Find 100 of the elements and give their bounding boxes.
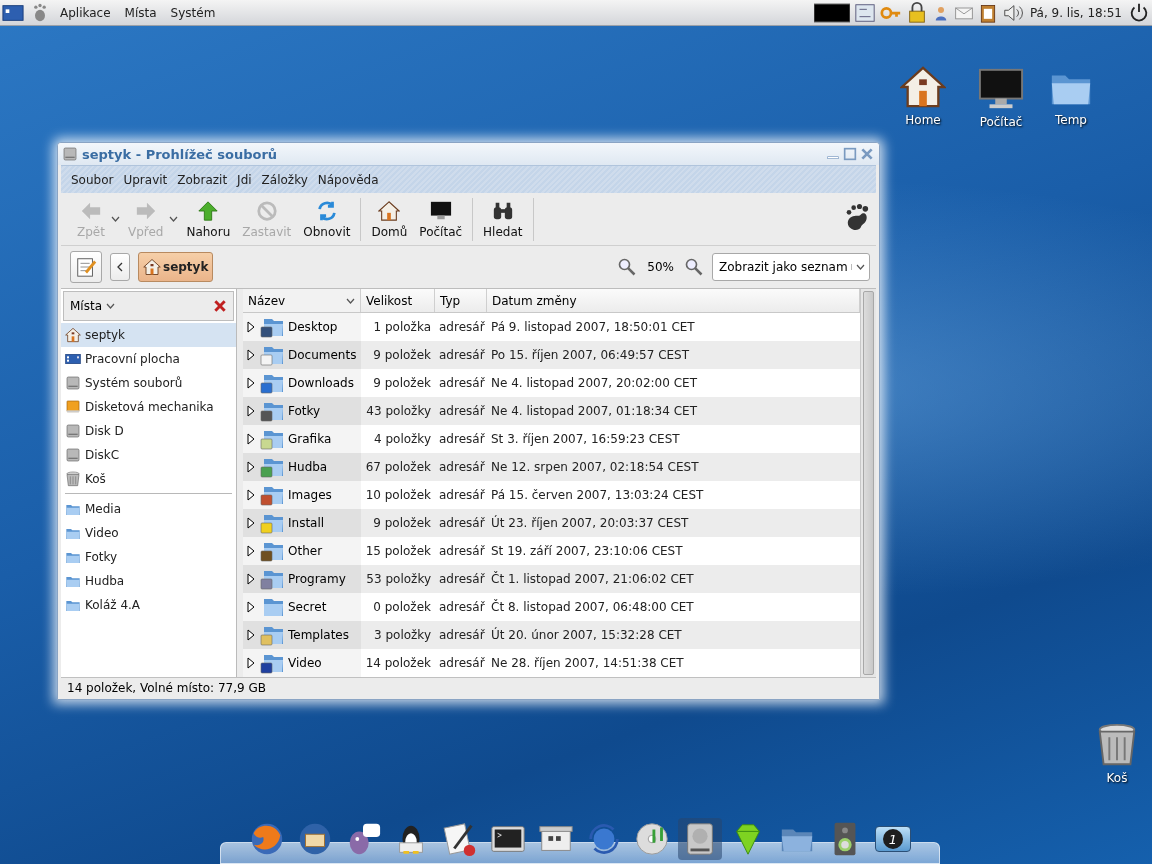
view-select[interactable]: Zobrazit jako seznam <box>712 253 870 281</box>
panel-menu[interactable]: Systém <box>166 3 220 22</box>
house-icon[interactable] <box>900 64 946 110</box>
sidebar-item[interactable]: DiskC <box>61 443 236 467</box>
sidebar-header[interactable]: Místa <box>63 291 234 321</box>
date-cell-text: Ne 12. srpen 2007, 02:18:54 CEST <box>490 459 700 476</box>
expander-icon[interactable] <box>246 405 256 417</box>
notepad-pencil-icon <box>75 256 97 278</box>
panel-menu[interactable]: Aplikace <box>56 3 115 22</box>
display-applet[interactable] <box>813 0 850 25</box>
file-name-cell[interactable]: Other <box>243 537 361 565</box>
file-name-cell[interactable]: Video <box>243 649 361 677</box>
scrollbar[interactable] <box>860 289 876 677</box>
expander-icon[interactable] <box>246 321 256 333</box>
toolbar-button[interactable]: Nahoru <box>182 197 235 241</box>
expander-icon[interactable] <box>246 377 256 389</box>
toolbar-button[interactable]: Hledat <box>479 197 527 241</box>
toolbar-button[interactable]: Domů <box>367 197 412 241</box>
type-cell-text: adresář <box>438 515 486 532</box>
expander-icon[interactable] <box>246 629 256 641</box>
desktop-icon-label[interactable]: Home <box>905 113 941 127</box>
date-cell-text: St 19. září 2007, 23:10:06 CEST <box>490 543 684 560</box>
sidebar-title[interactable]: Místa <box>70 299 102 313</box>
expander-icon[interactable] <box>246 573 256 585</box>
column-header[interactable]: Typ <box>435 289 487 312</box>
sidebar-item[interactable]: Koláž 4.A <box>61 593 236 617</box>
type-cell-text: adresář <box>438 571 486 588</box>
sidebar-item[interactable]: Disketová mechanika <box>61 395 236 419</box>
workspace-switcher[interactable]: 1 <box>874 826 911 852</box>
panel-menu[interactable]: Místa <box>120 3 161 22</box>
file-name-cell[interactable]: Install <box>243 509 361 537</box>
zoom-in-icon[interactable] <box>684 257 704 277</box>
zoom-level[interactable]: 50% <box>641 260 680 274</box>
size-cell-text: 10 položek <box>364 487 432 504</box>
sidebar-item[interactable]: Hudba <box>61 569 236 593</box>
house-icon <box>143 258 161 276</box>
size-cell-text: 3 položky <box>373 627 432 644</box>
menu-item[interactable]: Nápověda <box>313 169 383 190</box>
toolbar-button[interactable]: Obnovit <box>299 197 355 241</box>
drive-icon <box>62 146 78 162</box>
expander-icon[interactable] <box>246 601 256 613</box>
expander-icon[interactable] <box>246 461 256 473</box>
folder-icon <box>260 316 284 338</box>
expander-icon[interactable] <box>246 545 256 557</box>
size-cell-text: 9 položek <box>372 375 432 392</box>
drive-icon <box>65 375 81 391</box>
menu-item[interactable]: Soubor <box>67 169 118 190</box>
sidebar-item[interactable]: Pracovní plocha <box>61 347 236 371</box>
sidebar-item[interactable]: septyk <box>61 323 236 347</box>
expander-icon[interactable] <box>246 657 256 669</box>
date-cell-text: Ne 4. listopad 2007, 01:18:34 CET <box>490 403 698 420</box>
file-name-cell[interactable]: Templates <box>243 621 361 649</box>
column-header[interactable]: Velikost <box>361 289 435 312</box>
file-name-cell[interactable]: Desktop <box>243 313 361 341</box>
menu-item[interactable]: Zobrazit <box>173 169 232 190</box>
file-name-cell[interactable]: Downloads <box>243 369 361 397</box>
file-name-cell[interactable]: Documents <box>243 341 361 369</box>
file-name-cell[interactable]: Programy <box>243 565 361 593</box>
desktop-icon-label[interactable]: Počítač <box>979 115 1023 129</box>
sidebar-item[interactable]: Koš <box>61 467 236 491</box>
edit-note-button[interactable] <box>70 251 102 283</box>
folder-icon <box>260 568 284 590</box>
column-header[interactable]: Název <box>243 289 361 312</box>
type-cell-text: adresář <box>438 599 486 616</box>
menu-item[interactable]: Upravit <box>119 169 172 190</box>
maximize-icon[interactable] <box>842 146 858 162</box>
expander-icon[interactable] <box>246 517 256 529</box>
drive-icon <box>65 399 81 415</box>
close-icon[interactable] <box>213 299 227 313</box>
dropdown-caret-icon <box>110 216 120 222</box>
window-title: septyk - Prohlížeč souborů <box>82 146 278 162</box>
file-name-cell[interactable]: Fotky <box>243 397 361 425</box>
desktop-icon-label[interactable]: Koš <box>1106 771 1128 785</box>
zoom-out-icon[interactable] <box>617 257 638 277</box>
desktop-icon-label[interactable]: Temp <box>1055 113 1087 127</box>
folder-icon <box>260 428 284 450</box>
date-cell-text: Čt 8. listopad 2007, 06:48:00 CET <box>490 598 695 616</box>
back-chevron-button[interactable] <box>110 253 130 281</box>
power-icon[interactable] <box>1128 1 1150 24</box>
path-button[interactable]: septyk <box>138 252 214 282</box>
sidebar-item[interactable]: Disk D <box>61 419 236 443</box>
toolbar-button[interactable]: Počítač <box>415 197 467 241</box>
menu-item[interactable]: Jdi <box>233 169 256 190</box>
sidebar-item[interactable]: Video <box>61 521 236 545</box>
menu-item[interactable]: Záložky <box>257 169 312 190</box>
clock[interactable]: Pá, 9. lis, 18:51 <box>1029 5 1122 20</box>
file-name-cell[interactable]: Hudba <box>243 453 361 481</box>
expander-icon[interactable] <box>246 489 256 501</box>
file-name-cell[interactable]: Secret <box>243 593 361 621</box>
sidebar-item[interactable]: Media <box>61 497 236 521</box>
expander-icon[interactable] <box>246 433 256 445</box>
type-cell-text: adresář <box>438 319 486 336</box>
sidebar-item[interactable]: Systém souborů <box>61 371 236 395</box>
type-cell-text: adresář <box>438 627 486 644</box>
file-name-cell[interactable]: Grafika <box>243 425 361 453</box>
stop-icon <box>255 199 278 222</box>
expander-icon[interactable] <box>246 349 256 361</box>
sidebar-item[interactable]: Fotky <box>61 545 236 569</box>
file-name-cell[interactable]: Images <box>243 481 361 509</box>
close-icon[interactable] <box>859 146 875 162</box>
